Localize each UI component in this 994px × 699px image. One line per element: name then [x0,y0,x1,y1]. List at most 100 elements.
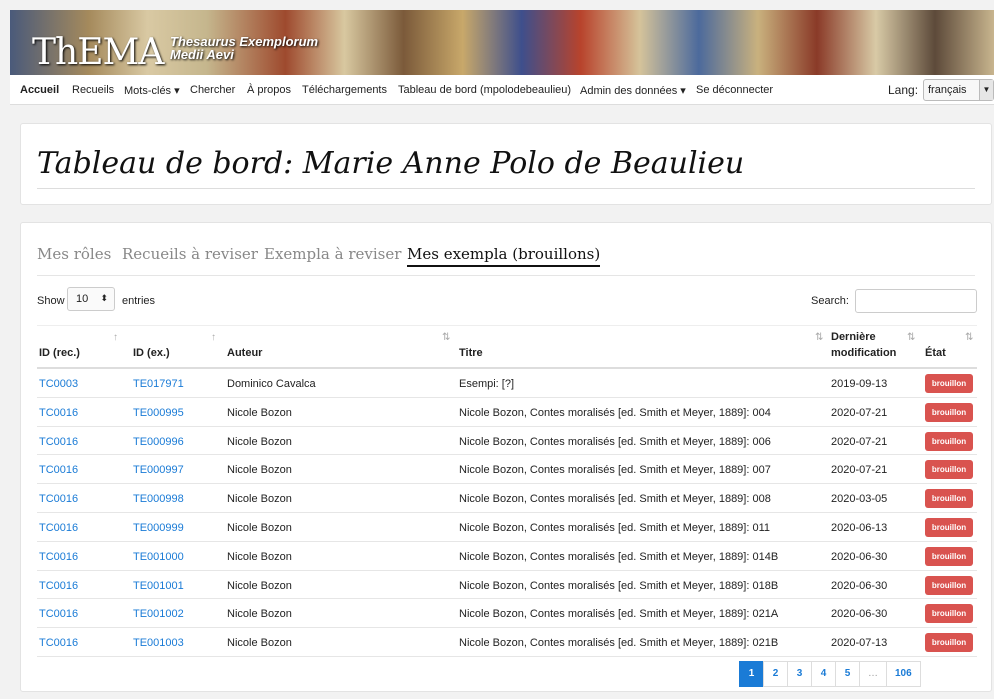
sort-icon[interactable]: ↑ [211,332,216,343]
table-row: TC0016 TE001001 Nicole Bozon Nicole Bozo… [37,571,977,600]
table-row: TC0016 TE000999 Nicole Bozon Nicole Bozo… [37,513,977,542]
date-cell: 2020-07-13 [831,637,888,650]
date-cell: 2019-09-13 [831,378,888,390]
sort-icon[interactable]: ⇅ [907,332,915,343]
sort-icon[interactable]: ↑ [113,332,118,343]
auteur-cell: Nicole Bozon [227,493,292,506]
auteur-cell: Nicole Bozon [227,637,292,650]
status-badge[interactable]: brouillon [925,604,973,624]
status-badge[interactable]: brouillon [925,374,973,393]
auteur-cell: Dominico Cavalca [227,378,316,390]
tab-mes-roles[interactable]: Mes rôles [37,245,111,263]
status-badge[interactable]: brouillon [925,633,973,653]
titre-cell: Nicole Bozon, Contes moralisés [ed. Smit… [459,550,779,563]
nav-item-accueil[interactable]: Accueil [20,84,59,96]
titre-cell: Nicole Bozon, Contes moralisés [ed. Smit… [459,608,779,621]
page-button-2[interactable]: 2 [763,661,788,687]
status-badge[interactable]: brouillon [925,517,973,537]
status-badge[interactable]: brouillon [925,489,973,509]
ex-id-link[interactable]: TE000996 [133,436,184,448]
tab-mes-exempla[interactable]: Mes exempla (brouillons) [407,245,601,267]
status-badge[interactable]: brouillon [925,402,973,422]
entries-label: entries [122,295,156,307]
nav-item-chercher[interactable]: Chercher [190,84,235,96]
column-header-titre[interactable]: Titre [459,345,483,361]
nav-item-tableau-de-bord[interactable]: Tableau de bord (mpolodebeaulieu) [398,84,571,96]
auteur-cell: Nicole Bozon [227,521,292,534]
nav-item-mots-cles[interactable]: Mots-clés ▾ [124,84,180,97]
date-cell: 2020-07-21 [831,464,888,477]
rec-id-link[interactable]: TC0016 [39,522,78,534]
show-label: Show [37,295,65,307]
table-row: TC0016 TE000997 Nicole Bozon Nicole Bozo… [37,455,977,485]
column-header-id-ex[interactable]: ID (ex.) [133,345,170,361]
ex-id-link[interactable]: TE000998 [133,493,184,505]
main-nav: Accueil Recueils Mots-clés ▾ Chercher À … [10,75,994,105]
tab-recueils-a-reviser[interactable]: Recueils à reviser [122,245,258,263]
header-banner: ThEMA Thesaurus Exemplorum Medii Aevi [10,10,994,75]
rec-id-link[interactable]: TC0016 [39,493,78,505]
titre-cell: Esempi: [?] [459,378,515,390]
status-badge[interactable]: brouillon [925,546,973,566]
nav-item-admin-donnees[interactable]: Admin des données ▾ [580,84,686,97]
ex-id-link[interactable]: TE001001 [133,580,184,592]
auteur-cell: Nicole Bozon [227,550,292,563]
sort-icon[interactable]: ⇅ [815,332,823,343]
page-button-last[interactable]: 106 [886,661,921,687]
exempla-table: ID (rec.) ↑ ID (ex.) ↑ Auteur ⇅ Titre ⇅ … [37,325,977,657]
entries-select[interactable]: 10 ⬍ [67,287,115,311]
updown-icon: ⬍ [100,293,108,303]
page-button-5[interactable]: 5 [835,661,860,687]
table-row: TC0016 TE001002 Nicole Bozon Nicole Bozo… [37,599,977,629]
search-input[interactable] [855,289,977,313]
rec-id-link[interactable]: TC0016 [39,407,78,419]
page-button-1[interactable]: 1 [739,661,764,687]
table-row: TC0016 TE000996 Nicole Bozon Nicole Bozo… [37,427,977,456]
auteur-cell: Nicole Bozon [227,579,292,592]
status-badge[interactable]: brouillon [925,431,973,451]
date-cell: 2020-03-05 [831,493,888,506]
ex-id-link[interactable]: TE000995 [133,407,184,419]
ex-id-link[interactable]: TE001002 [133,608,184,620]
column-header-etat[interactable]: État [925,345,946,361]
chevron-down-icon: ▼ [979,80,993,100]
titre-cell: Nicole Bozon, Contes moralisés [ed. Smit… [459,464,771,477]
search-label: Search: [811,295,849,307]
sort-icon[interactable]: ⇅ [442,332,450,343]
nav-item-telechargements[interactable]: Téléchargements [302,84,387,96]
rec-id-link[interactable]: TC0016 [39,464,78,476]
ex-id-link[interactable]: TE001003 [133,637,184,649]
page-button-3[interactable]: 3 [787,661,812,687]
date-cell: 2020-06-30 [831,608,888,621]
tab-exempla-a-reviser[interactable]: Exempla à reviser [264,245,401,263]
column-header-auteur[interactable]: Auteur [227,345,262,361]
rec-id-link[interactable]: TC0003 [39,378,78,390]
lang-select[interactable]: français ▼ [923,79,994,101]
rec-id-link[interactable]: TC0016 [39,580,78,592]
page-button-4[interactable]: 4 [811,661,836,687]
ex-id-link[interactable]: TE017971 [133,378,184,390]
nav-item-se-deconnecter[interactable]: Se déconnecter [696,84,773,96]
ex-id-link[interactable]: TE001000 [133,551,184,563]
rec-id-link[interactable]: TC0016 [39,637,78,649]
nav-item-recueils[interactable]: Recueils [72,84,114,96]
rec-id-link[interactable]: TC0016 [39,436,78,448]
titre-cell: Nicole Bozon, Contes moralisés [ed. Smit… [459,493,771,506]
auteur-cell: Nicole Bozon [227,608,292,621]
column-header-derniere-modification[interactable]: Dernière modification [831,329,911,361]
status-badge[interactable]: brouillon [925,575,973,595]
site-logo[interactable]: ThEMA [32,32,164,73]
ex-id-link[interactable]: TE000999 [133,522,184,534]
column-header-id-rec[interactable]: ID (rec.) [39,345,80,361]
rec-id-link[interactable]: TC0016 [39,608,78,620]
nav-item-a-propos[interactable]: À propos [247,84,291,96]
ex-id-link[interactable]: TE000997 [133,464,184,476]
status-badge[interactable]: brouillon [925,460,973,480]
rec-id-link[interactable]: TC0016 [39,551,78,563]
site-subtitle-line2: Medii Aevi [170,47,234,62]
sort-icon[interactable]: ⇅ [965,332,973,343]
page-title: Tableau de bord: Marie Anne Polo de Beau… [37,146,745,181]
date-cell: 2020-07-21 [831,435,888,448]
divider [37,275,975,276]
date-cell: 2020-06-13 [831,521,888,534]
